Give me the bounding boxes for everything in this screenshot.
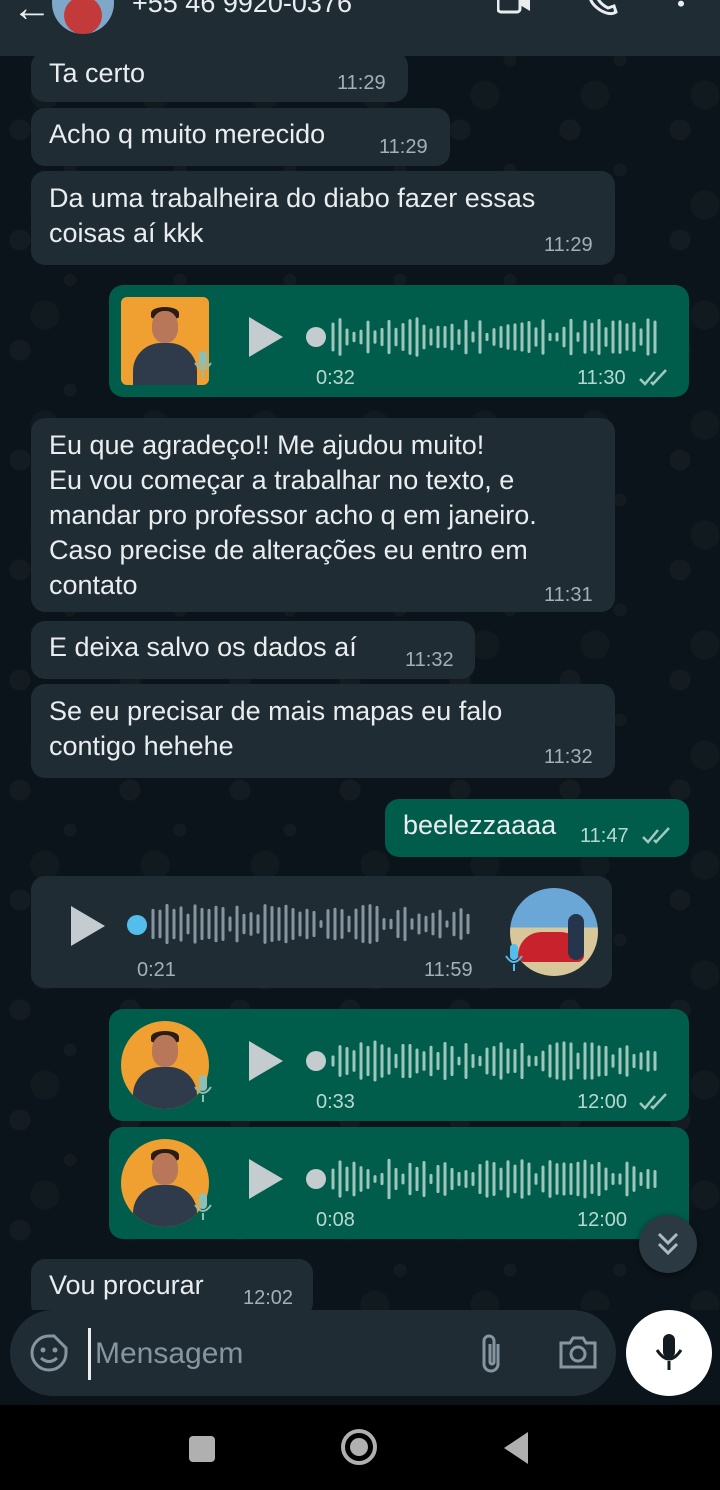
message-time: 12:00 <box>577 1091 628 1113</box>
message-time: 11:59 <box>424 959 473 981</box>
microphone-icon <box>194 1193 212 1220</box>
message-bubble[interactable]: Vou procurar 12:02 <box>31 1259 313 1310</box>
paperclip-icon[interactable] <box>478 1332 506 1376</box>
camera-icon[interactable] <box>558 1334 598 1370</box>
message-time: 11:47 <box>580 825 629 847</box>
waveform[interactable] <box>329 1157 664 1201</box>
voice-message[interactable]: 0:21 11:59 <box>31 876 612 988</box>
message-text: Se eu precisar de mais mapas eu falo con… <box>49 696 503 761</box>
message-time: 11:32 <box>405 649 454 671</box>
progress-dot[interactable] <box>306 327 326 347</box>
play-icon[interactable] <box>71 906 105 946</box>
message-text: Da uma trabalheira do diabo fazer essas … <box>49 183 536 248</box>
microphone-icon <box>655 1334 683 1370</box>
message-bubble[interactable]: E deixa salvo os dados aí 11:32 <box>31 621 475 679</box>
read-receipt-icon <box>642 827 670 844</box>
message-bubble[interactable]: beelezzaaaa 11:47 <box>385 799 689 857</box>
back-arrow-icon[interactable]: ← <box>12 0 52 31</box>
microphone-icon <box>194 351 212 378</box>
voice-duration: 0:21 <box>137 959 176 981</box>
message-text: beelezzaaaa <box>403 810 557 840</box>
message-bubble[interactable]: Eu que agradeço!! Me ajudou muito! Eu vo… <box>31 418 615 612</box>
voice-duration: 0:32 <box>316 367 355 389</box>
microphone-icon <box>505 944 523 971</box>
message-text: Eu que agradeço!! Me ajudou muito! Eu vo… <box>49 430 537 600</box>
voice-message[interactable]: 0:08 12:00 <box>109 1127 689 1239</box>
scroll-to-bottom-button[interactable] <box>639 1215 697 1273</box>
contact-avatar[interactable] <box>52 0 114 34</box>
chat-area[interactable]: ← +55 46 9920-0376 Ta certo 11:29 Acho q… <box>0 0 720 1310</box>
message-text: Ta certo <box>49 58 146 88</box>
more-vertical-icon[interactable] <box>664 0 698 14</box>
play-icon[interactable] <box>249 1159 283 1199</box>
message-time: 12:00 <box>577 1209 628 1231</box>
back-button[interactable] <box>502 1431 530 1465</box>
read-receipt-icon <box>639 1093 667 1110</box>
system-navigation-bar <box>0 1405 720 1490</box>
waveform[interactable] <box>329 1039 664 1083</box>
message-bubble[interactable]: Se eu precisar de mais mapas eu falo con… <box>31 684 615 778</box>
voice-duration: 0:08 <box>316 1209 355 1231</box>
play-icon[interactable] <box>249 317 283 357</box>
message-bubble[interactable]: Acho q muito merecido 11:29 <box>31 108 450 166</box>
composer-bar <box>10 1310 616 1396</box>
message-time: 11:31 <box>544 584 593 606</box>
message-time: 11:30 <box>577 367 626 389</box>
message-bubble[interactable]: Ta certo 11:29 <box>31 52 408 102</box>
message-time: 11:29 <box>544 234 593 256</box>
play-icon[interactable] <box>249 1041 283 1081</box>
message-time: 11:29 <box>379 136 428 158</box>
message-bubble[interactable]: Da uma trabalheira do diabo fazer essas … <box>31 171 615 265</box>
message-time: 11:29 <box>337 72 386 94</box>
microphone-icon <box>194 1075 212 1102</box>
progress-dot[interactable] <box>306 1051 326 1071</box>
sticker-icon[interactable] <box>30 1334 68 1372</box>
double-chevron-down-icon <box>657 1232 679 1256</box>
message-time: 12:02 <box>243 1287 294 1309</box>
progress-dot[interactable] <box>306 1169 326 1189</box>
recents-button[interactable] <box>189 1436 215 1462</box>
unplayed-dot[interactable] <box>127 915 147 935</box>
contact-name[interactable]: +55 46 9920-0376 <box>132 0 352 19</box>
voice-duration: 0:33 <box>316 1091 355 1113</box>
phone-icon[interactable] <box>586 0 620 18</box>
video-call-icon[interactable] <box>497 0 531 18</box>
voice-message[interactable]: 0:33 12:00 <box>109 1009 689 1121</box>
message-text: Vou procurar <box>49 1270 204 1300</box>
message-text: E deixa salvo os dados aí <box>49 632 357 662</box>
home-button[interactable] <box>340 1428 378 1466</box>
message-time: 11:32 <box>544 746 593 768</box>
read-receipt-icon <box>639 369 667 386</box>
voice-message[interactable]: 0:32 11:30 <box>109 285 689 397</box>
message-input[interactable] <box>88 1328 397 1380</box>
waveform[interactable] <box>149 902 479 946</box>
chat-header: ← +55 46 9920-0376 <box>0 0 720 56</box>
message-text: Acho q muito merecido <box>49 119 326 149</box>
waveform[interactable] <box>329 315 664 359</box>
voice-record-button[interactable] <box>626 1310 712 1396</box>
